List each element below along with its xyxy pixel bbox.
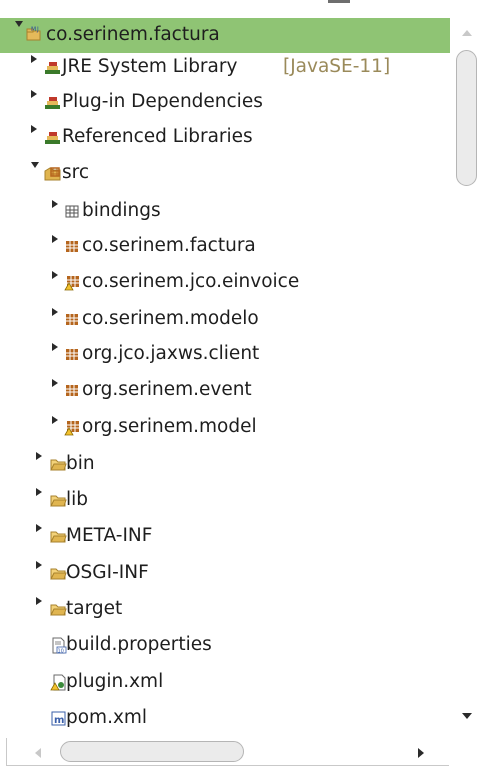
tree-item-label: co.serinem.factura bbox=[46, 24, 220, 45]
svg-text:M: M bbox=[31, 26, 36, 33]
vertical-scroll-thumb[interactable] bbox=[456, 50, 477, 186]
folder-icon bbox=[50, 531, 67, 543]
project-tree: M J co.serinem.factura JRE System Librar… bbox=[0, 0, 450, 738]
tree-item-referenced-libraries[interactable]: Referenced Libraries bbox=[0, 120, 450, 155]
plugin-xml-icon bbox=[50, 674, 66, 691]
folder-icon bbox=[50, 568, 67, 580]
tree-item-label: org.jco.jaxws.client bbox=[82, 343, 260, 364]
scroll-up-arrow-icon[interactable] bbox=[462, 30, 472, 36]
scroll-down-arrow-icon[interactable] bbox=[462, 713, 472, 719]
tree-item-package[interactable]: org.jco.jaxws.client bbox=[0, 337, 450, 372]
tree-item-package[interactable]: co.serinem.jco.einvoice bbox=[0, 265, 450, 300]
properties-file-icon: 10 bbox=[52, 637, 67, 655]
twistie-closed-icon[interactable] bbox=[31, 90, 37, 98]
tree-item-package[interactable]: bindings bbox=[0, 194, 450, 229]
package-warning-icon bbox=[64, 421, 79, 436]
folder-icon bbox=[50, 495, 67, 507]
tree-item-label: build.properties bbox=[66, 634, 212, 655]
tree-item-label: target bbox=[66, 598, 123, 619]
tree-item-label: co.serinem.jco.einvoice bbox=[82, 271, 300, 292]
maven-pom-icon: m bbox=[51, 711, 66, 726]
twistie-closed-icon[interactable] bbox=[52, 416, 58, 424]
tree-item-jre-library[interactable]: JRE System Library [JavaSE-11] bbox=[0, 50, 450, 85]
twistie-closed-icon[interactable] bbox=[52, 308, 58, 316]
tree-item-label: META-INF bbox=[66, 525, 153, 546]
package-warning-icon bbox=[64, 276, 79, 291]
package-icon bbox=[66, 385, 78, 396]
package-icon bbox=[66, 241, 78, 252]
frame-border bbox=[6, 738, 7, 766]
twistie-closed-icon[interactable] bbox=[36, 524, 42, 532]
twistie-closed-icon[interactable] bbox=[36, 597, 42, 605]
tree-item-label: plugin.xml bbox=[66, 671, 164, 692]
library-icon bbox=[45, 62, 60, 74]
tree-item-project[interactable]: M J co.serinem.factura bbox=[0, 18, 450, 53]
tree-item-label: co.serinem.modelo bbox=[82, 308, 259, 329]
twistie-closed-icon[interactable] bbox=[52, 200, 58, 208]
twistie-closed-icon[interactable] bbox=[36, 488, 42, 496]
svg-text:m: m bbox=[54, 715, 64, 726]
library-icon bbox=[45, 97, 60, 109]
tree-item-folder[interactable]: target bbox=[0, 592, 450, 627]
package-empty-icon bbox=[65, 205, 79, 218]
tree-item-plugin-dependencies[interactable]: Plug-in Dependencies bbox=[0, 85, 450, 120]
twistie-closed-icon[interactable] bbox=[52, 379, 58, 387]
twistie-open-icon[interactable] bbox=[31, 162, 39, 168]
tree-item-label: lib bbox=[66, 489, 89, 510]
library-icon bbox=[45, 132, 60, 144]
tree-item-label: pom.xml bbox=[66, 707, 148, 728]
scroll-left-arrow-icon[interactable] bbox=[35, 748, 41, 758]
tree-item-label: JRE System Library bbox=[62, 56, 238, 77]
twistie-open-icon[interactable] bbox=[15, 21, 23, 27]
twistie-closed-icon[interactable] bbox=[52, 235, 58, 243]
tree-item-label: src bbox=[62, 162, 90, 183]
tree-item-package[interactable]: co.serinem.factura bbox=[0, 229, 450, 264]
package-icon bbox=[66, 314, 78, 325]
twistie-closed-icon[interactable] bbox=[52, 343, 58, 351]
tree-item-folder[interactable]: META-INF bbox=[0, 519, 450, 554]
tree-item-label: Referenced Libraries bbox=[62, 126, 253, 147]
twistie-closed-icon[interactable] bbox=[36, 561, 42, 569]
twistie-closed-icon[interactable] bbox=[52, 271, 58, 279]
tree-item-package[interactable]: org.serinem.model bbox=[0, 410, 450, 445]
horizontal-scroll-thumb[interactable] bbox=[60, 741, 244, 762]
tree-item-file[interactable]: 10 build.properties bbox=[0, 628, 450, 663]
tree-item-file[interactable]: m pom.xml bbox=[0, 701, 450, 736]
scroll-right-arrow-icon[interactable] bbox=[418, 748, 424, 758]
twistie-closed-icon[interactable] bbox=[31, 125, 37, 133]
scrollbar-corner bbox=[450, 738, 483, 766]
tree-item-package[interactable]: org.serinem.event bbox=[0, 373, 450, 408]
tree-item-folder[interactable]: OSGI-INF bbox=[0, 556, 450, 591]
tree-item-folder[interactable]: bin bbox=[0, 447, 450, 482]
folder-icon bbox=[50, 459, 67, 471]
svg-text:J: J bbox=[36, 26, 39, 33]
project-explorer-view: M J co.serinem.factura JRE System Librar… bbox=[0, 0, 485, 769]
tree-item-label: bin bbox=[66, 453, 95, 474]
svg-text:10: 10 bbox=[58, 649, 64, 655]
tree-item-decoration: [JavaSE-11] bbox=[283, 56, 391, 77]
tree-item-label: org.serinem.model bbox=[82, 416, 257, 437]
twistie-closed-icon[interactable] bbox=[31, 55, 37, 63]
tree-item-file[interactable]: plugin.xml bbox=[0, 665, 450, 700]
maven-project-icon: M J bbox=[26, 26, 41, 41]
tree-item-package[interactable]: co.serinem.modelo bbox=[0, 302, 450, 337]
tree-item-src[interactable]: src bbox=[0, 156, 450, 191]
tree-item-label: Plug-in Dependencies bbox=[62, 91, 263, 112]
source-folder-icon bbox=[44, 167, 61, 181]
twistie-closed-icon[interactable] bbox=[36, 452, 42, 460]
tree-item-label: OSGI-INF bbox=[66, 562, 149, 583]
tree-item-label: co.serinem.factura bbox=[82, 235, 256, 256]
frame-border bbox=[6, 765, 449, 766]
tree-item-label: bindings bbox=[82, 200, 161, 221]
folder-icon bbox=[50, 604, 67, 616]
tree-item-folder[interactable]: lib bbox=[0, 483, 450, 518]
package-icon bbox=[66, 349, 78, 360]
tree-item-label: org.serinem.event bbox=[82, 379, 252, 400]
